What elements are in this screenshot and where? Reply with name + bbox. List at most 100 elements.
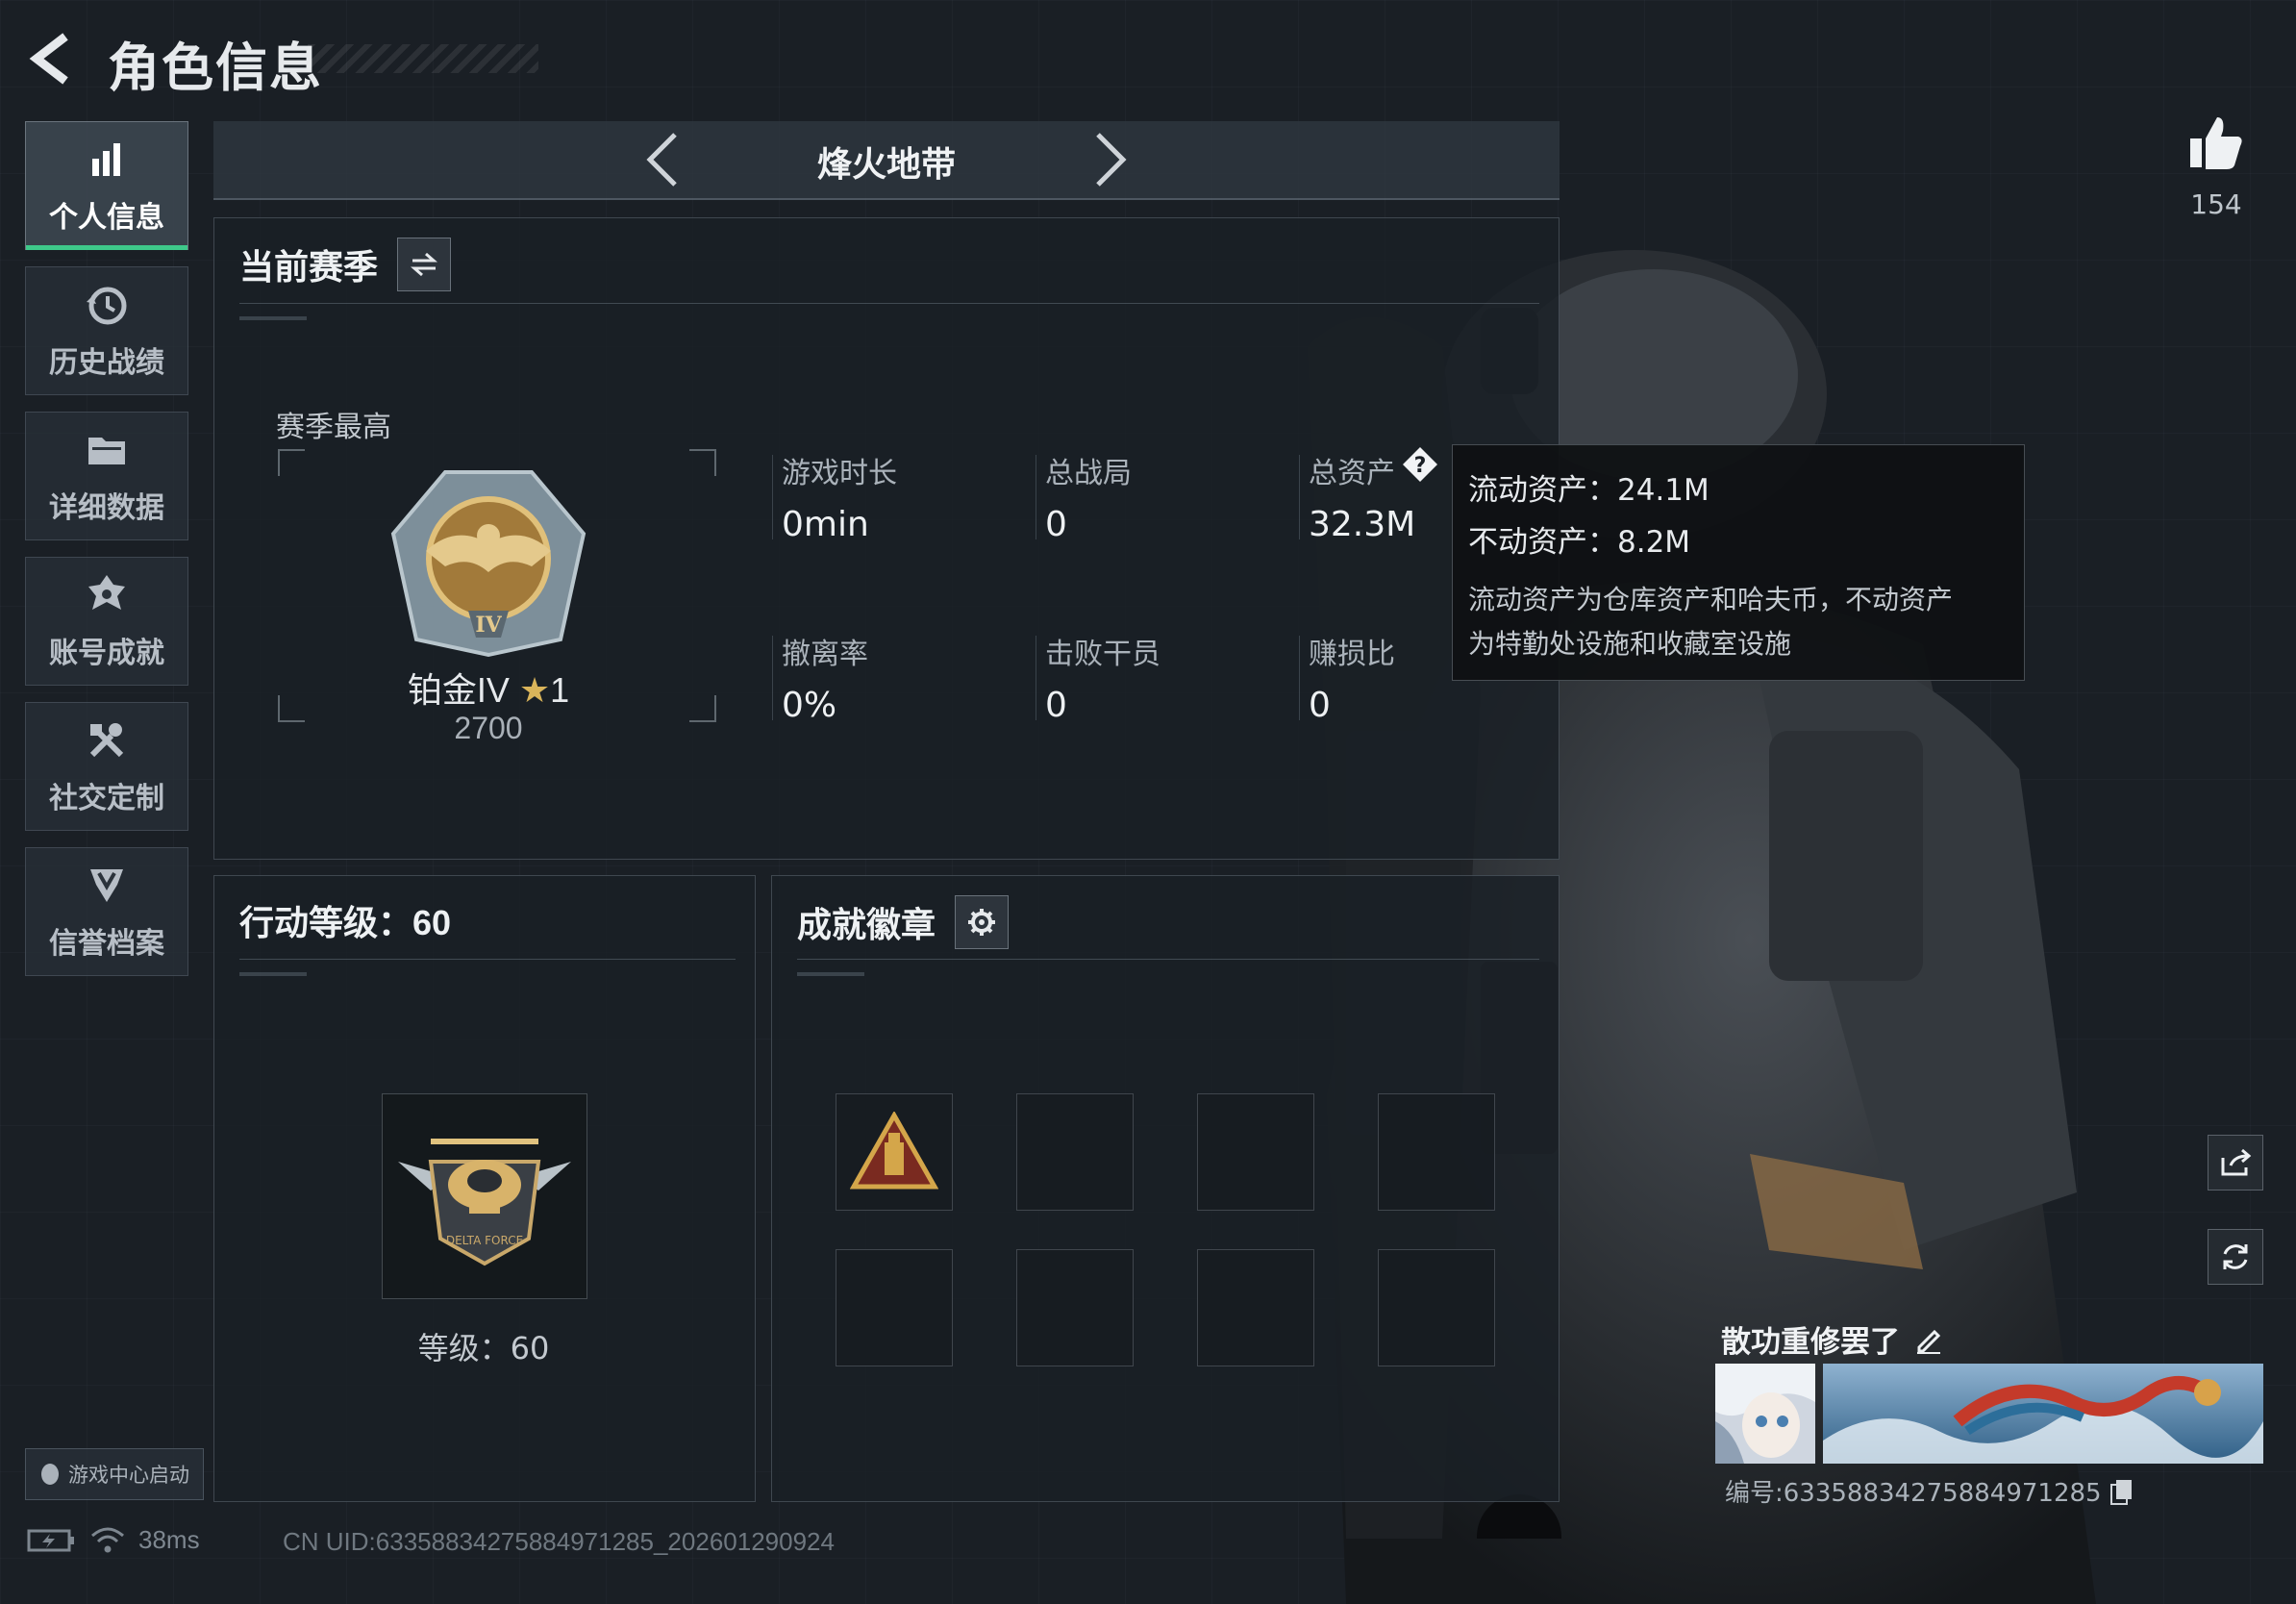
shield-chevron-icon bbox=[90, 869, 123, 902]
sidebar-nav: 个人信息 历史战绩 详细数据 账号成就 社交定制 信誉档案 bbox=[25, 121, 190, 992]
bar-chart-icon bbox=[92, 143, 120, 176]
badge-settings-button[interactable] bbox=[955, 895, 1010, 949]
rank-points: 2700 bbox=[454, 711, 523, 745]
triangle-badge-icon bbox=[850, 1112, 938, 1190]
stat-value: 0 bbox=[1045, 686, 1067, 725]
achievement-badges-panel: 成就徽章 bbox=[771, 875, 1560, 1502]
panel-divider bbox=[239, 959, 736, 976]
stat-label: 总资产 bbox=[1309, 458, 1395, 489]
folder-icon bbox=[88, 438, 125, 464]
action-level-panel: 行动等级：60 DELTA FORCE 等级：60 bbox=[213, 875, 756, 1502]
like-button[interactable] bbox=[2183, 113, 2250, 200]
current-season-panel: 当前赛季 赛季最高 IV 铂金IV ★1 2700 游戏时长 0min 总战局 … bbox=[213, 217, 1560, 860]
title-decoration bbox=[308, 44, 538, 73]
stat-value: 0min bbox=[782, 505, 869, 544]
like-count: 154 bbox=[2190, 188, 2242, 220]
helicopter-emblem-icon: DELTA FORCE bbox=[398, 1139, 571, 1266]
game-center-launch-button[interactable]: 游戏中心启动 bbox=[25, 1448, 204, 1500]
nickname-row: 散功重修罢了 bbox=[1721, 1317, 1944, 1361]
page-title: 角色信息 bbox=[108, 39, 323, 97]
badge-slot[interactable] bbox=[1197, 1249, 1314, 1366]
gear-icon bbox=[968, 909, 996, 936]
help-question-icon[interactable]: ? bbox=[1401, 445, 1439, 484]
sidebar-label: 社交定制 bbox=[49, 783, 164, 815]
stat-profit-loss-ratio: 赚损比 0 bbox=[1299, 630, 1395, 725]
status-bar: 38ms bbox=[27, 1525, 200, 1555]
stat-extract-rate: 撤离率 0% bbox=[772, 630, 868, 725]
stat-total-matches: 总战局 0 bbox=[1036, 449, 1132, 544]
stat-value: 32.3M bbox=[1309, 505, 1416, 544]
frame-corner bbox=[689, 449, 716, 476]
sidebar-item-detailed-data[interactable]: 详细数据 bbox=[25, 412, 188, 540]
tooltip-description: 流动资产为仓库资产和哈夫币，不动资产 bbox=[1468, 585, 1954, 614]
tooltip-description: 为特勤处设施和收藏室设施 bbox=[1468, 629, 1792, 659]
action-level-title: 行动等级：60 bbox=[239, 903, 452, 942]
sidebar-item-credit-record[interactable]: 信誉档案 bbox=[25, 847, 188, 976]
stat-label: 总战局 bbox=[1045, 458, 1132, 489]
svg-text:IV: IV bbox=[475, 613, 502, 638]
stat-value: 0 bbox=[1045, 505, 1067, 544]
panel-divider bbox=[797, 959, 1539, 976]
assets-tooltip: 流动资产：24.1M 不动资产：8.2M 流动资产为仓库资产和哈夫币，不动资产 … bbox=[1452, 444, 2025, 681]
badge-slot[interactable] bbox=[836, 1093, 953, 1211]
mode-selector: 烽火地带 bbox=[213, 121, 1560, 200]
sidebar-label: 详细数据 bbox=[49, 492, 164, 524]
season-title: 当前赛季 bbox=[239, 247, 379, 287]
sidebar-item-personal-info[interactable]: 个人信息 bbox=[25, 121, 188, 250]
sidebar-label: 个人信息 bbox=[49, 202, 164, 234]
back-arrow-icon[interactable] bbox=[27, 31, 77, 87]
tools-icon bbox=[89, 723, 124, 758]
launch-label: 游戏中心启动 bbox=[68, 1465, 189, 1487]
badge-slot[interactable] bbox=[1016, 1093, 1134, 1211]
season-best-label: 赛季最高 bbox=[276, 412, 391, 443]
history-clock-icon bbox=[87, 287, 127, 325]
achievement-star-icon bbox=[88, 575, 125, 610]
badge-slot[interactable] bbox=[1378, 1249, 1495, 1366]
avatar-image bbox=[1715, 1364, 1815, 1464]
rank-stars: 1 bbox=[550, 670, 570, 710]
sidebar-item-social-custom[interactable]: 社交定制 bbox=[25, 702, 188, 831]
stat-value: 0 bbox=[1309, 686, 1331, 725]
rank-title: 铂金IV ★1 bbox=[214, 663, 762, 713]
stat-total-assets: 总资产 32.3M bbox=[1299, 449, 1416, 544]
sidebar-label: 历史战绩 bbox=[49, 347, 164, 379]
profile-banner bbox=[1823, 1364, 2263, 1464]
player-nickname: 散功重修罢了 bbox=[1721, 1325, 1900, 1359]
stat-label: 撤离率 bbox=[782, 639, 868, 670]
player-id-row: 编号:6335883427588497128​5 bbox=[1725, 1473, 2134, 1509]
edit-pencil-icon[interactable] bbox=[1913, 1324, 1944, 1355]
svg-text:?: ? bbox=[1414, 454, 1427, 478]
stat-value: 0% bbox=[782, 686, 837, 725]
mode-title: 烽火地带 bbox=[816, 144, 956, 184]
badge-slot[interactable] bbox=[1378, 1093, 1495, 1211]
battery-icon bbox=[27, 1529, 74, 1551]
sidebar-item-achievements[interactable]: 账号成就 bbox=[25, 557, 188, 686]
player-avatar[interactable] bbox=[1715, 1364, 1815, 1464]
liquid-assets: 流动资产：24.1M bbox=[1468, 473, 1710, 508]
chevron-right-icon[interactable] bbox=[1079, 129, 1136, 190]
wifi-icon bbox=[91, 1527, 124, 1552]
level-text: 等级：60 bbox=[417, 1330, 550, 1366]
badge-slot[interactable] bbox=[1016, 1249, 1134, 1366]
stat-label: 游戏时长 bbox=[782, 458, 897, 489]
frame-corner bbox=[278, 449, 305, 476]
fixed-assets: 不动资产：8.2M bbox=[1468, 525, 1691, 560]
penguin-icon bbox=[41, 1464, 59, 1485]
sidebar-item-history[interactable]: 历史战绩 bbox=[25, 266, 188, 395]
thumbs-up-icon bbox=[2190, 117, 2242, 169]
stat-label: 赚损比 bbox=[1309, 639, 1395, 670]
badge-slot[interactable] bbox=[1197, 1093, 1314, 1211]
copy-icon[interactable] bbox=[2109, 1478, 2134, 1505]
rank-name: 铂金IV bbox=[407, 670, 510, 710]
switch-season-button[interactable] bbox=[397, 238, 452, 291]
share-button[interactable] bbox=[2208, 1135, 2263, 1190]
stat-operators-defeated: 击败干员 0 bbox=[1036, 630, 1160, 725]
panel-divider bbox=[239, 303, 1539, 320]
platinum-rank-emblem-icon: IV bbox=[390, 470, 586, 658]
sidebar-label: 信誉档案 bbox=[49, 928, 164, 960]
share-icon bbox=[2221, 1148, 2252, 1176]
sidebar-label: 账号成就 bbox=[49, 638, 164, 669]
stat-play-time: 游戏时长 0min bbox=[772, 449, 897, 544]
badge-slot[interactable] bbox=[836, 1249, 953, 1366]
refresh-button[interactable] bbox=[2208, 1229, 2263, 1285]
